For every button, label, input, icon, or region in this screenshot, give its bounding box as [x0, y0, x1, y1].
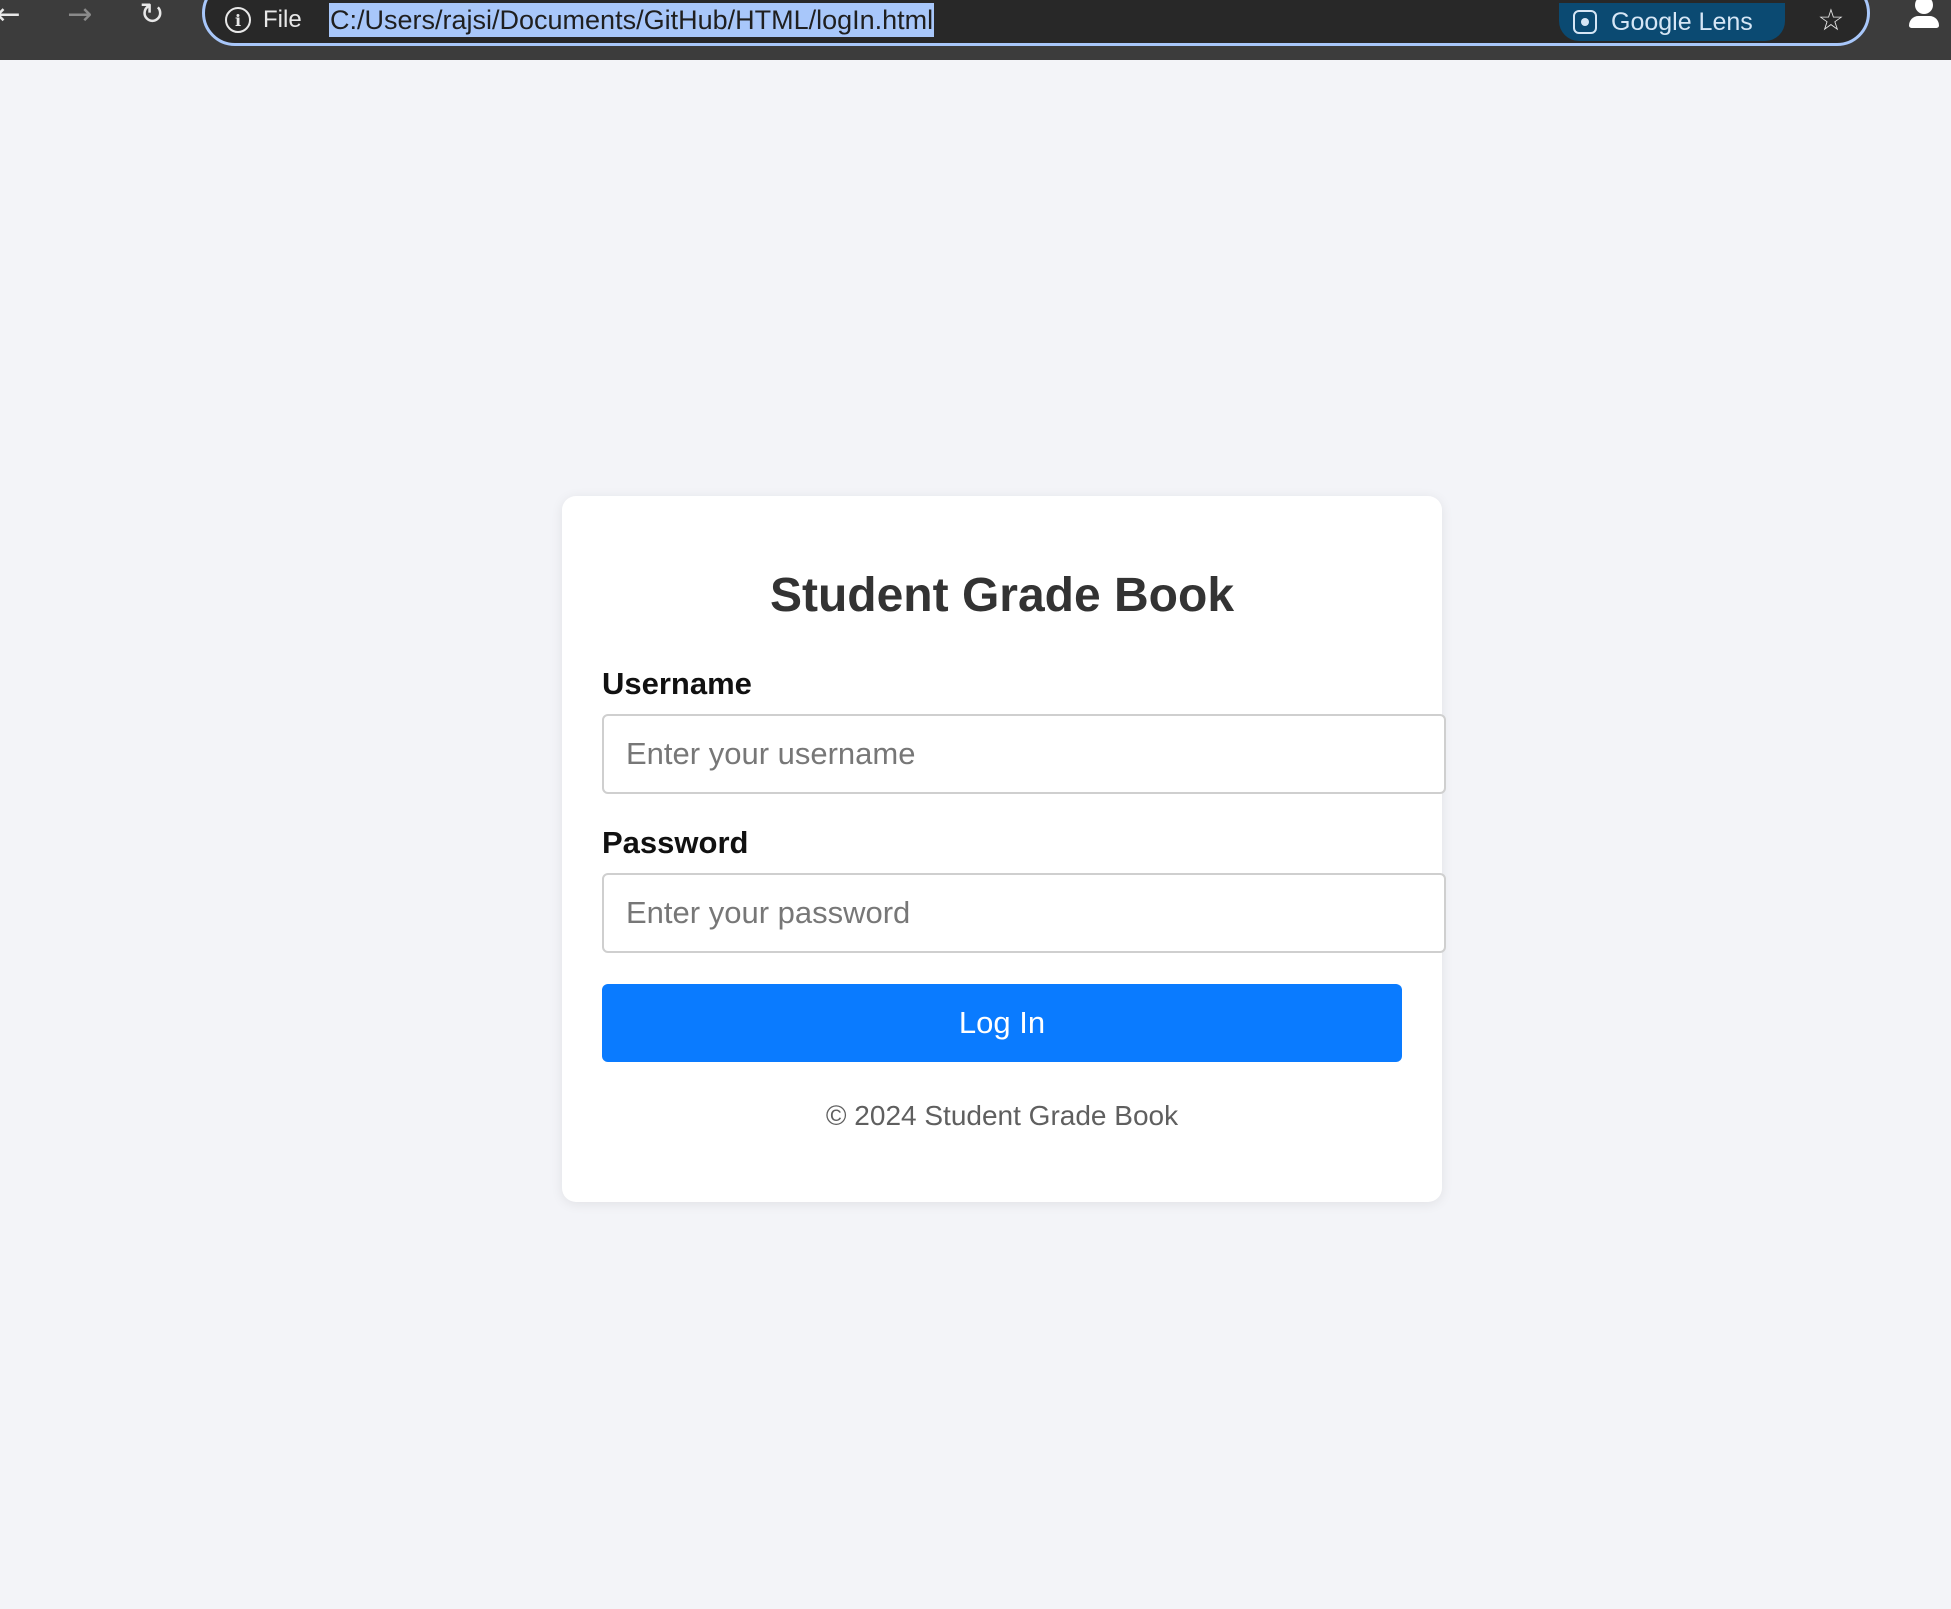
- profile-body-shape: [1909, 16, 1939, 28]
- forward-arrow-icon[interactable]: →: [58, 0, 102, 30]
- site-info-button[interactable]: i File: [225, 3, 302, 37]
- google-lens-label: Google Lens: [1611, 7, 1753, 36]
- reload-icon[interactable]: ↻: [130, 0, 174, 30]
- bookmark-star-icon[interactable]: ☆: [1811, 3, 1851, 38]
- password-input[interactable]: [602, 873, 1446, 953]
- url-text[interactable]: C:/Users/rajsi/Documents/GitHub/HTML/log…: [329, 3, 935, 37]
- info-icon: i: [225, 7, 251, 33]
- login-button[interactable]: Log In: [602, 984, 1402, 1062]
- username-input[interactable]: [602, 714, 1446, 794]
- page-title: Student Grade Book: [769, 569, 1235, 622]
- footer-copyright: © 2024 Student Grade Book: [825, 1100, 1179, 1131]
- login-card: Student Grade Book Username Password Log…: [562, 496, 1446, 1202]
- address-bar[interactable]: i File C:/Users/rajsi/Documents/GitHub/H…: [202, 0, 1870, 46]
- password-label: Password: [602, 825, 749, 860]
- username-label: Username: [602, 666, 752, 701]
- profile-head-shape: [1915, 0, 1933, 14]
- profile-icon[interactable]: [1904, 0, 1944, 30]
- site-info-label: File: [263, 6, 302, 33]
- browser-toolbar: ← → ↻ i File C:/Users/rajsi/Documents/Gi…: [0, 0, 1951, 60]
- google-lens-button[interactable]: Google Lens: [1559, 3, 1785, 41]
- back-arrow-icon[interactable]: ←: [0, 0, 30, 30]
- google-lens-icon: [1573, 10, 1597, 34]
